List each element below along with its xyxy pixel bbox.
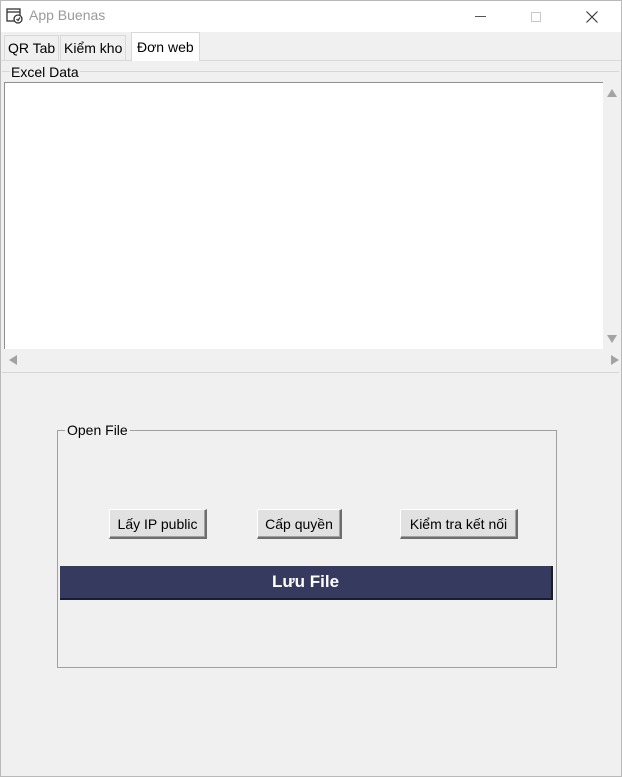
grant-permission-button[interactable]: Cấp quyền: [257, 509, 342, 539]
title-bar: App Buenas: [1, 1, 621, 32]
maximize-button[interactable]: [513, 1, 559, 32]
save-file-button[interactable]: Lưu File: [60, 566, 553, 600]
scroll-left-icon[interactable]: [9, 355, 17, 365]
close-icon: [586, 10, 598, 23]
excel-data-label: Excel Data: [10, 64, 80, 80]
scroll-up-icon[interactable]: [607, 89, 617, 97]
get-public-ip-button[interactable]: Lấy IP public: [109, 509, 207, 539]
close-button[interactable]: [569, 1, 615, 32]
app-window: App Buenas QR Tab Kiểm kho Đơn web Excel…: [0, 0, 622, 777]
tab-qr[interactable]: QR Tab: [4, 35, 60, 60]
vertical-scrollbar[interactable]: [603, 82, 621, 349]
window-title: App Buenas: [29, 7, 106, 23]
open-file-frame: [57, 430, 557, 668]
excel-data-textarea[interactable]: [4, 82, 603, 349]
tab-don-web[interactable]: Đơn web: [131, 32, 200, 61]
minimize-icon: [474, 16, 486, 17]
scroll-down-icon[interactable]: [607, 335, 617, 343]
maximize-icon: [531, 11, 541, 22]
scroll-right-icon[interactable]: [611, 355, 619, 365]
check-connection-button[interactable]: Kiểm tra kết nối: [400, 509, 518, 539]
tab-kiem-kho[interactable]: Kiểm kho: [60, 35, 127, 60]
minimize-button[interactable]: [457, 1, 503, 32]
app-icon: [6, 7, 24, 25]
horizontal-scrollbar[interactable]: [4, 351, 621, 368]
open-file-label: Open File: [65, 422, 130, 438]
